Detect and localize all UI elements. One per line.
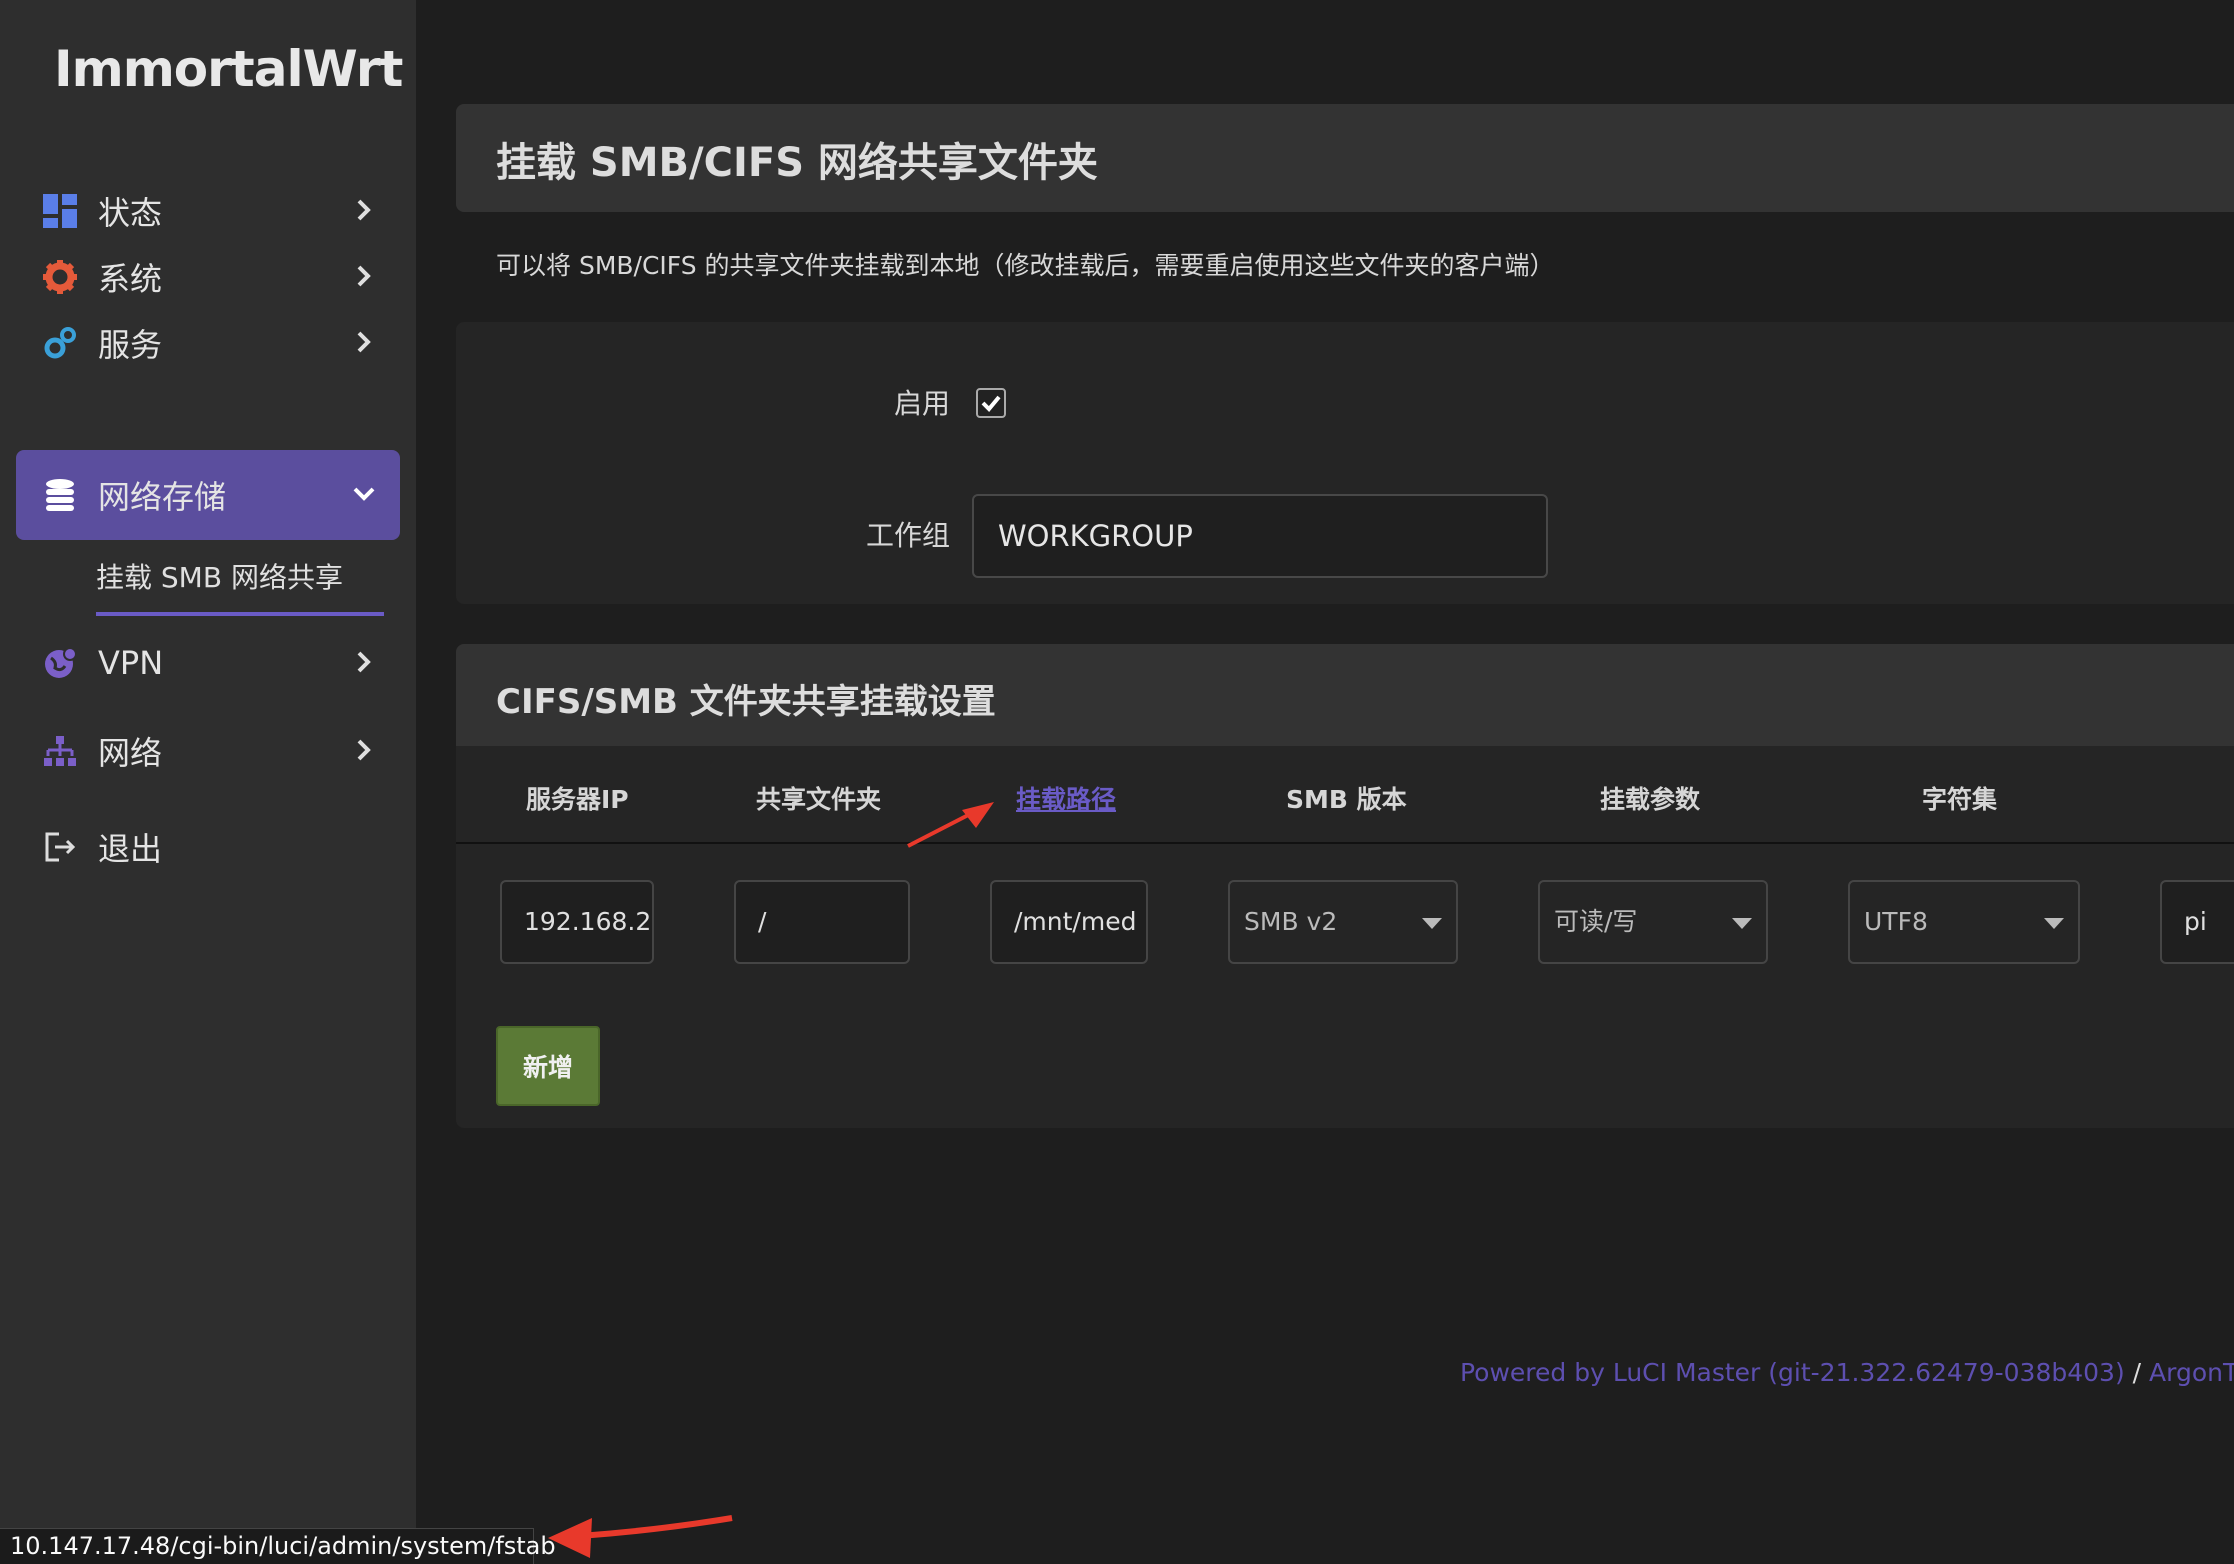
annotation-arrow-icon <box>548 1515 733 1558</box>
sidebar-item-label: 状态 <box>98 194 163 232</box>
caret-down-icon <box>1422 918 1442 929</box>
database-icon <box>40 475 80 515</box>
mount-options-select[interactable]: 可读/写 <box>1538 880 1768 964</box>
enable-label: 启用 <box>893 387 950 420</box>
workgroup-input[interactable] <box>972 494 1548 578</box>
column-header-charset: 字符集 <box>1922 785 1998 814</box>
sidebar-item-label: 系统 <box>98 260 163 298</box>
mount-settings-card: CIFS/SMB 文件夹共享挂载设置 服务器IP 共享文件夹 挂载路径 SMB … <box>456 644 2234 1128</box>
sidebar-item-services[interactable]: 服务 <box>16 298 400 388</box>
section-title: CIFS/SMB 文件夹共享挂载设置 <box>496 682 996 722</box>
server-ip-input[interactable]: 192.168.2. <box>500 880 654 964</box>
status-bar-url: 10.147.17.48/cgi-bin/luci/admin/system/f… <box>0 1528 556 1564</box>
sidebar-item-nas[interactable]: 网络存储 <box>16 450 400 540</box>
sidebar-item-label: 服务 <box>98 326 163 364</box>
dashboard-icon <box>40 191 80 231</box>
charset-value: UTF8 <box>1864 907 1928 936</box>
theme-link[interactable]: ArgonTheme <box>2149 1358 2234 1387</box>
column-header-server-ip: 服务器IP <box>526 785 629 814</box>
page-title: 挂载 SMB/CIFS 网络共享文件夹 <box>496 140 1098 186</box>
enable-checkbox[interactable] <box>976 388 1006 418</box>
workgroup-label: 工作组 <box>865 519 950 552</box>
sidebar-item-vpn[interactable]: VPN <box>16 618 400 708</box>
chevron-right-icon <box>357 199 371 221</box>
brand-logo[interactable]: ImmortalWrt <box>54 40 403 98</box>
cogs-icon <box>40 323 80 363</box>
sidebar: ImmortalWrt 状态 系统 服务 网络存储 挂载 SMB 网络共享 VP… <box>0 0 416 1564</box>
charset-select[interactable]: UTF8 <box>1848 880 2080 964</box>
smb-version-select[interactable]: SMB v2 <box>1228 880 1458 964</box>
logout-icon <box>40 827 80 867</box>
page-description: 可以将 SMB/CIFS 的共享文件夹挂载到本地（修改挂载后，需要重启使用这些文… <box>496 251 1555 280</box>
footer-separator: / <box>2132 1358 2142 1387</box>
gear-icon <box>40 257 80 297</box>
sidebar-item-label: VPN <box>98 644 164 682</box>
column-header-mount-path-link[interactable]: 挂载路径 <box>1016 780 1116 816</box>
sitemap-icon <box>40 731 80 771</box>
smb-version-value: SMB v2 <box>1244 907 1338 936</box>
mount-path-input[interactable]: /mnt/med <box>990 880 1148 964</box>
chevron-down-icon <box>353 487 375 501</box>
share-folder-input[interactable]: / <box>734 880 910 964</box>
sidebar-item-logout[interactable]: 退出 <box>16 802 400 892</box>
mount-options-value: 可读/写 <box>1554 907 1638 936</box>
column-header-mount-options: 挂载参数 <box>1600 785 1701 814</box>
sidebar-item-network[interactable]: 网络 <box>16 706 400 796</box>
chevron-right-icon <box>357 739 371 761</box>
column-header-share: 共享文件夹 <box>756 785 882 814</box>
annotation-arrow-icon <box>907 802 994 848</box>
username-input[interactable]: pi <box>2160 880 2234 964</box>
sidebar-item-label: 网络存储 <box>98 478 227 516</box>
caret-down-icon <box>1732 918 1752 929</box>
chevron-right-icon <box>357 331 371 353</box>
table-divider <box>456 842 2234 844</box>
check-icon <box>981 395 1001 412</box>
section-header: CIFS/SMB 文件夹共享挂载设置 <box>456 644 2234 746</box>
caret-down-icon <box>2044 918 2064 929</box>
luci-link[interactable]: Powered by LuCI Master (git-21.322.62479… <box>1460 1358 2125 1387</box>
chevron-right-icon <box>357 265 371 287</box>
sidebar-item-label: 网络 <box>98 734 163 772</box>
sidebar-subitem-smb-mount[interactable]: 挂载 SMB 网络共享 <box>96 556 343 596</box>
page-header: 挂载 SMB/CIFS 网络共享文件夹 <box>456 104 2234 212</box>
active-underline <box>96 612 384 616</box>
sidebar-item-label: 退出 <box>98 830 163 868</box>
chevron-right-icon <box>357 651 371 673</box>
column-header-smb-version: SMB 版本 <box>1286 785 1407 814</box>
add-button[interactable]: 新增 <box>496 1026 600 1106</box>
footer: Powered by LuCI Master (git-21.322.62479… <box>1460 1358 2234 1387</box>
globe-icon <box>40 643 80 683</box>
